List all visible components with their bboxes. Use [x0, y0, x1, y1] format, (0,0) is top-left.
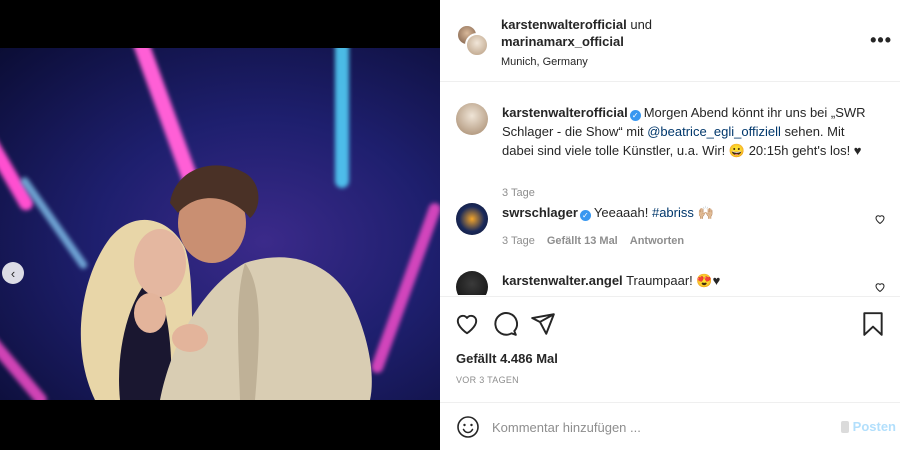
- bookmark-icon[interactable]: [860, 311, 886, 337]
- post-actions: Gefällt 4.486 Mal VOR 3 TAGEN: [440, 296, 900, 396]
- caption-meta: 3 Tage: [502, 187, 535, 199]
- comment-author[interactable]: swrschlager: [502, 205, 578, 220]
- grip-icon: [840, 420, 849, 433]
- location-link[interactable]: Munich, Germany: [501, 54, 652, 71]
- caption-text: karstenwalterofficial ✓ Morgen Abend könnt…: [502, 103, 872, 160]
- emoji-icon[interactable]: [456, 415, 480, 439]
- comment-meta: 3 Tage Gefällt 13 Mal Antworten: [502, 235, 684, 247]
- avatar[interactable]: [465, 33, 489, 57]
- verified-badge-icon: ✓: [579, 210, 591, 221]
- post-photo[interactable]: ‹: [0, 48, 440, 400]
- caption: karstenwalterofficial ✓ Morgen Abend könnt…: [456, 103, 896, 213]
- post-button-label: Posten: [852, 419, 896, 434]
- verified-badge-icon: ✓: [629, 110, 641, 121]
- comment-row: karstenwalter.angel Traumpaar! 😍♥: [456, 271, 896, 295]
- avatar[interactable]: [456, 103, 488, 135]
- comment-text-part: 🙌🏼: [693, 205, 714, 220]
- couple-illustration: [80, 165, 372, 400]
- avatar[interactable]: [456, 271, 488, 295]
- paper-plane-icon[interactable]: [530, 311, 556, 337]
- collab-avatars[interactable]: [456, 24, 490, 58]
- avatar[interactable]: [456, 203, 488, 235]
- caption-author[interactable]: karstenwalterofficial: [502, 105, 628, 120]
- media-letterbox-top: [0, 0, 440, 48]
- post-details-panel: karstenwalterofficial und marinamarx_off…: [440, 0, 900, 450]
- author-username[interactable]: karstenwalterofficial: [501, 17, 627, 32]
- comment-text: karstenwalter.angel Traumpaar! 😍♥: [502, 271, 872, 290]
- comment-text-part: Traumpaar! 😍♥: [626, 273, 721, 288]
- post-header: karstenwalterofficial und marinamarx_off…: [440, 0, 900, 82]
- post-comment-button[interactable]: Posten: [840, 419, 896, 434]
- comment-author[interactable]: karstenwalter.angel: [502, 273, 623, 288]
- comment-likes[interactable]: Gefällt 13 Mal: [547, 235, 618, 247]
- reply-button[interactable]: Antworten: [630, 235, 684, 247]
- mention-link[interactable]: @beatrice_egli_offiziell: [647, 124, 781, 139]
- comment-like-heart-icon[interactable]: [874, 213, 886, 225]
- more-options-button[interactable]: •••: [870, 30, 892, 51]
- hashtag-link[interactable]: #abriss: [652, 205, 694, 220]
- caption-time[interactable]: 3 Tage: [502, 187, 535, 199]
- comment-time[interactable]: 3 Tage: [502, 235, 535, 247]
- header-text: karstenwalterofficial und marinamarx_off…: [501, 16, 652, 71]
- add-comment-section: Posten: [440, 402, 900, 450]
- comment-like-heart-icon[interactable]: [874, 281, 886, 293]
- comment-input[interactable]: [492, 415, 832, 439]
- likes-count[interactable]: Gefällt 4.486 Mal: [456, 351, 558, 366]
- comment-bubble-icon[interactable]: [492, 311, 518, 337]
- comment-row: swrschlager ✓ Yeeaaah! #abriss 🙌🏼 3 Tage G…: [456, 203, 896, 263]
- chevron-left-icon[interactable]: ‹: [2, 262, 24, 284]
- comments-list[interactable]: karstenwalterofficial ✓ Morgen Abend könnt…: [440, 83, 900, 295]
- heart-icon[interactable]: [454, 311, 480, 337]
- conjunction-text: und: [630, 17, 653, 32]
- post-media: ‹: [0, 0, 440, 450]
- comment-text-part: Yeeaaah!: [593, 205, 652, 220]
- coauthor-username[interactable]: marinamarx_official: [501, 34, 624, 49]
- comment-text: swrschlager ✓ Yeeaaah! #abriss 🙌🏼: [502, 203, 872, 222]
- post-time-ago[interactable]: VOR 3 TAGEN: [456, 375, 519, 385]
